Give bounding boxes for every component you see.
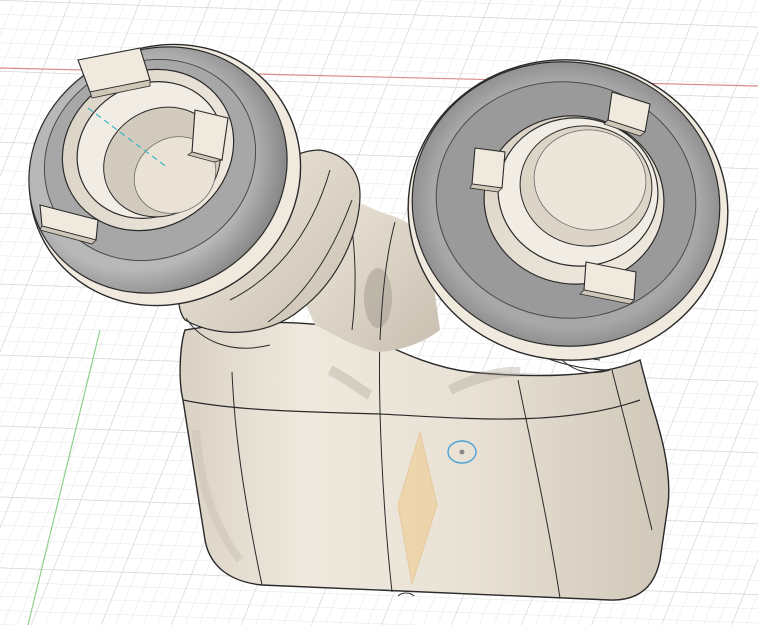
lug-5 (471, 147, 506, 189)
3d-viewport[interactable] (0, 0, 758, 625)
lug-2 (191, 109, 229, 161)
cad-scene[interactable] (0, 0, 758, 625)
